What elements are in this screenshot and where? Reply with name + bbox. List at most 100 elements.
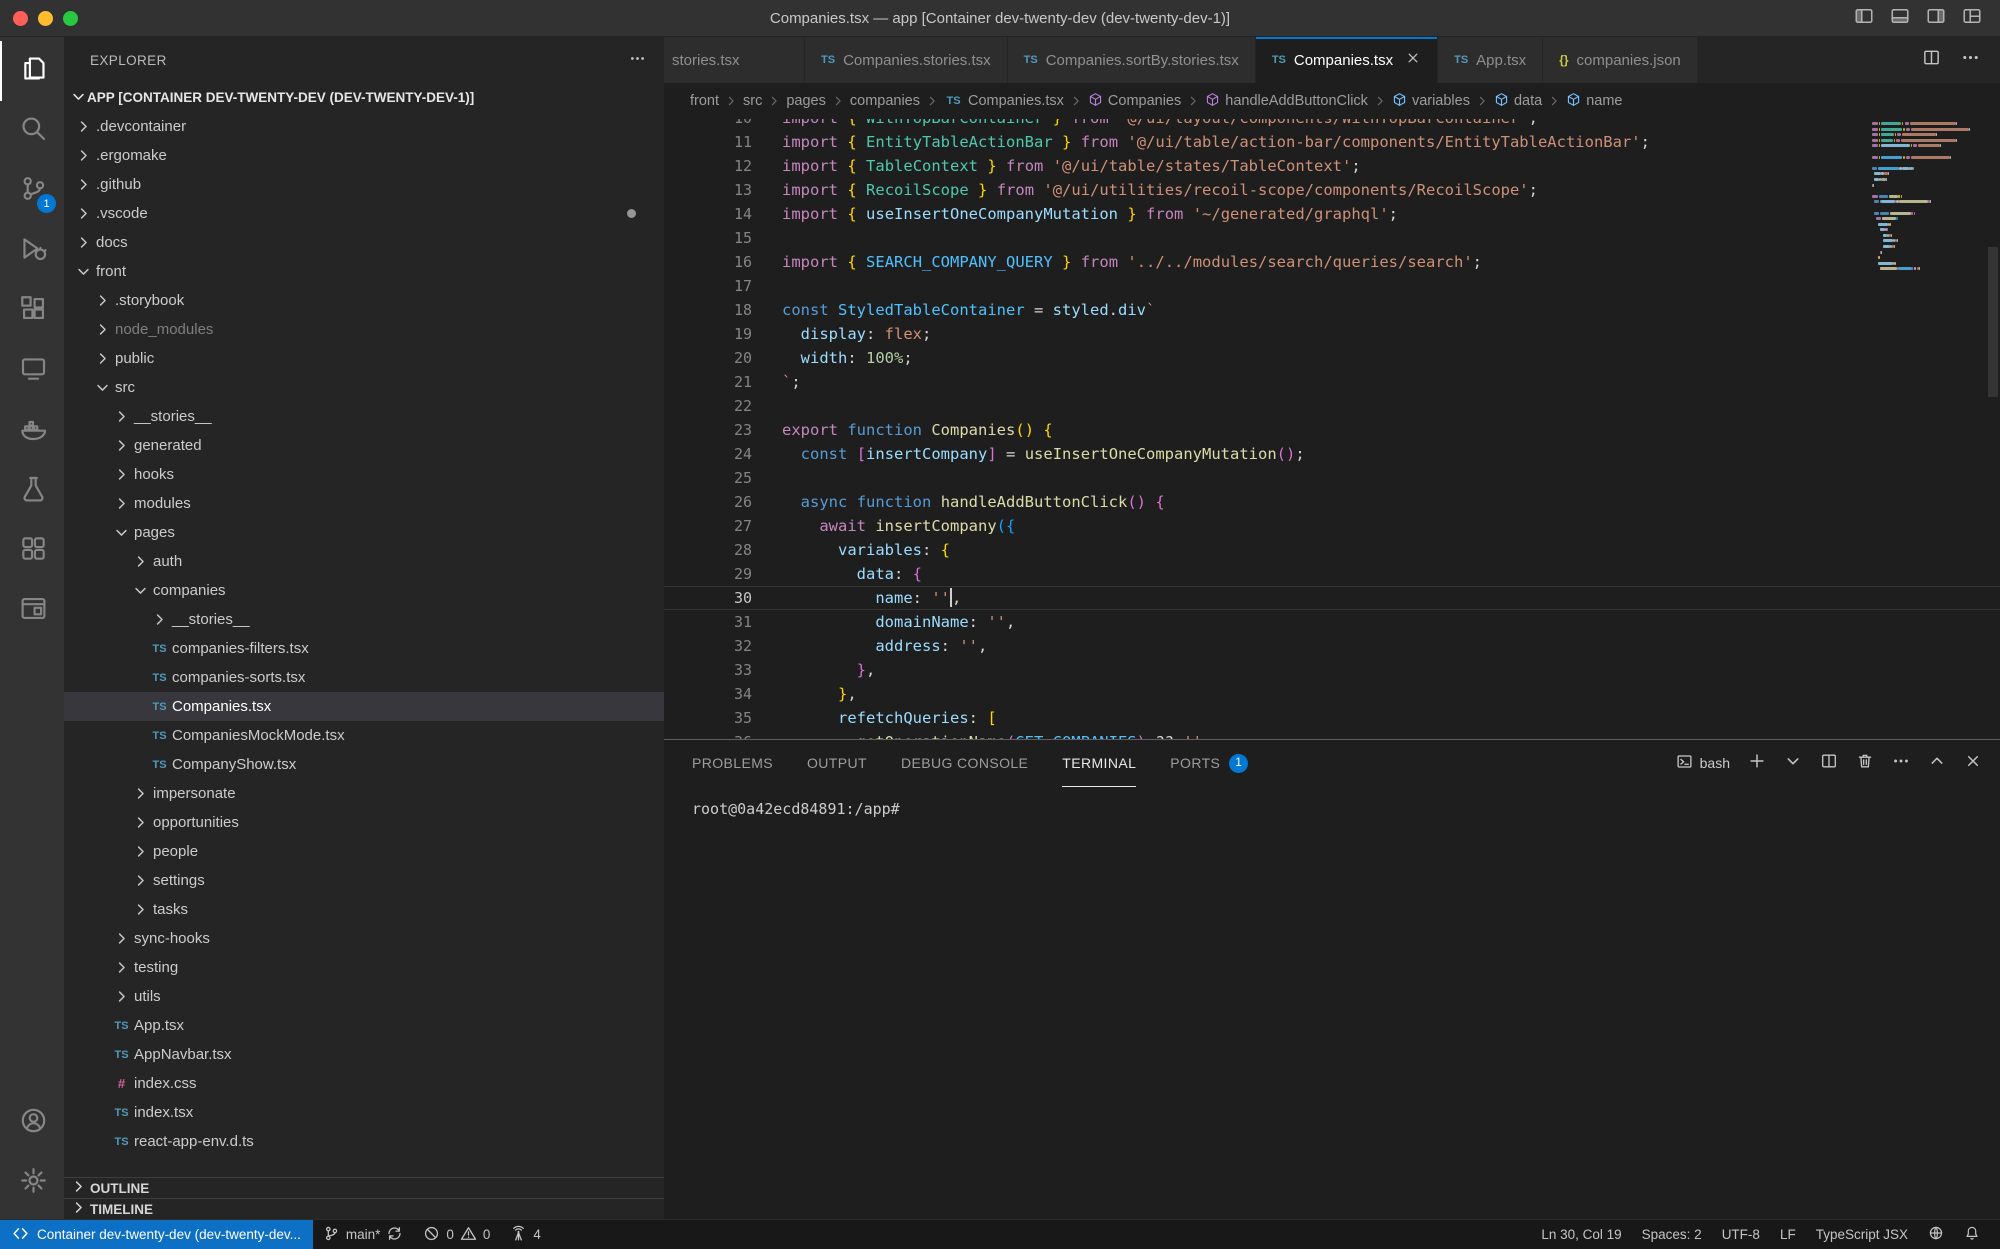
tree-item-github[interactable]: .github bbox=[64, 170, 664, 199]
activity-search[interactable] bbox=[0, 101, 64, 161]
tree-item-devcontainer[interactable]: .devcontainer bbox=[64, 112, 664, 141]
tab-companies-json[interactable]: {}companies.json bbox=[1543, 37, 1698, 83]
tree-item-companiesmockmode-tsx[interactable]: TSCompaniesMockMode.tsx bbox=[64, 721, 664, 750]
tree-item-stories[interactable]: __stories__ bbox=[64, 402, 664, 431]
editor[interactable]: 10import { WithTopBarContainer } from '@… bbox=[664, 119, 2000, 739]
tab-stories-tsx[interactable]: stories.tsx bbox=[664, 37, 805, 83]
new-terminal[interactable] bbox=[1748, 752, 1766, 775]
tree-item-stories[interactable]: __stories__ bbox=[64, 605, 664, 634]
breadcrumb-data[interactable]: data bbox=[1494, 92, 1542, 111]
tree-item-settings[interactable]: settings bbox=[64, 866, 664, 895]
tree-item-companies[interactable]: companies bbox=[64, 576, 664, 605]
tree-item-impersonate[interactable]: impersonate bbox=[64, 779, 664, 808]
activity-remote-explorer[interactable] bbox=[0, 341, 64, 401]
toggle-primary-sidebar[interactable] bbox=[1854, 6, 1874, 31]
tree-item-hooks[interactable]: hooks bbox=[64, 460, 664, 489]
activity-docker[interactable] bbox=[0, 401, 64, 461]
activity-run-and-debug[interactable] bbox=[0, 221, 64, 281]
split-editor[interactable] bbox=[1922, 48, 1941, 72]
panel-tab-ports[interactable]: PORTS1 bbox=[1170, 740, 1248, 787]
breadcrumb-front[interactable]: front bbox=[690, 93, 719, 109]
terminal[interactable]: root@0a42ecd84891:/app# bbox=[664, 786, 2000, 1219]
close-window-button[interactable] bbox=[13, 11, 28, 26]
tree-item-react-app-env-d-ts[interactable]: TSreact-app-env.d.ts bbox=[64, 1127, 664, 1156]
remote-indicator[interactable]: Container dev-twenty-dev (dev-twenty-dev… bbox=[0, 1220, 313, 1249]
ports-item[interactable]: 4 bbox=[500, 1220, 551, 1249]
breadcrumb-name[interactable]: name bbox=[1566, 92, 1622, 111]
tree-item-companies-tsx[interactable]: TSCompanies.tsx bbox=[64, 692, 664, 721]
tree-item-companies-filters-tsx[interactable]: TScompanies-filters.tsx bbox=[64, 634, 664, 663]
cursor-position-item[interactable]: Ln 30, Col 19 bbox=[1531, 1227, 1631, 1242]
tree-item-ergomake[interactable]: .ergomake bbox=[64, 141, 664, 170]
section-outline[interactable]: OUTLINE bbox=[64, 1177, 664, 1198]
maximize-panel[interactable] bbox=[1928, 752, 1946, 775]
toggle-secondary-sidebar[interactable] bbox=[1926, 6, 1946, 31]
tree-item-front[interactable]: front bbox=[64, 257, 664, 286]
terminal-more-actions[interactable] bbox=[1892, 752, 1910, 775]
tree-item-sync-hooks[interactable]: sync-hooks bbox=[64, 924, 664, 953]
breadcrumb-src[interactable]: src bbox=[743, 93, 762, 109]
tree-item-opportunities[interactable]: opportunities bbox=[64, 808, 664, 837]
tab-companies-stories-tsx[interactable]: TSCompanies.stories.tsx bbox=[805, 37, 1008, 83]
explorer-more-icon[interactable] bbox=[629, 50, 646, 70]
panel-tab-output[interactable]: OUTPUT bbox=[807, 740, 867, 787]
tree-item-testing[interactable]: testing bbox=[64, 953, 664, 982]
tree-item-vscode[interactable]: .vscode bbox=[64, 199, 664, 228]
terminal-profile-dropdown[interactable] bbox=[1784, 752, 1802, 775]
split-terminal[interactable] bbox=[1820, 752, 1838, 775]
git-branch-item[interactable]: main* bbox=[313, 1220, 414, 1249]
shell-selector[interactable]: bash bbox=[1676, 753, 1730, 773]
tab-companies-sortby-stories-tsx[interactable]: TSCompanies.sortBy.stories.tsx bbox=[1008, 37, 1256, 83]
tree-item-index-tsx[interactable]: TSindex.tsx bbox=[64, 1098, 664, 1127]
editor-scrollbar[interactable] bbox=[1986, 119, 2000, 739]
breadcrumb-companies[interactable]: Companies bbox=[1088, 92, 1181, 111]
panel-tab-problems[interactable]: PROBLEMS bbox=[692, 740, 773, 787]
zoom-window-button[interactable] bbox=[63, 11, 78, 26]
tree-item-modules[interactable]: modules bbox=[64, 489, 664, 518]
activity-accounts[interactable] bbox=[0, 1093, 64, 1153]
tree-item-companies-sorts-tsx[interactable]: TScompanies-sorts.tsx bbox=[64, 663, 664, 692]
kill-terminal[interactable] bbox=[1856, 752, 1874, 775]
tree-item-docs[interactable]: docs bbox=[64, 228, 664, 257]
breadcrumb-pages[interactable]: pages bbox=[786, 93, 826, 109]
customize-layout[interactable] bbox=[1962, 6, 1982, 31]
scrollbar-slider[interactable] bbox=[1988, 247, 1998, 397]
minimize-window-button[interactable] bbox=[38, 11, 53, 26]
tree-item-index-css[interactable]: #index.css bbox=[64, 1069, 664, 1098]
language-status-item[interactable] bbox=[1918, 1225, 1954, 1244]
panel-tab-terminal[interactable]: TERMINAL bbox=[1062, 740, 1136, 787]
breadcrumb-companies-tsx[interactable]: TSCompanies.tsx bbox=[944, 93, 1064, 109]
breadcrumb-handleaddbuttonclick[interactable]: handleAddButtonClick bbox=[1205, 92, 1368, 111]
close-panel[interactable] bbox=[1964, 752, 1982, 775]
tree-item-src[interactable]: src bbox=[64, 373, 664, 402]
activity-app-grid[interactable] bbox=[0, 521, 64, 581]
code-area[interactable]: 10import { WithTopBarContainer } from '@… bbox=[664, 119, 2000, 739]
eol-item[interactable]: LF bbox=[1770, 1227, 1806, 1242]
tree-item-pages[interactable]: pages bbox=[64, 518, 664, 547]
encoding-item[interactable]: UTF-8 bbox=[1712, 1227, 1770, 1242]
tree-item-public[interactable]: public bbox=[64, 344, 664, 373]
activity-explorer[interactable] bbox=[0, 41, 64, 101]
activity-testing[interactable] bbox=[0, 461, 64, 521]
tree-item-node-modules[interactable]: node_modules bbox=[64, 315, 664, 344]
breadcrumb-companies[interactable]: companies bbox=[850, 93, 920, 109]
tree-item-people[interactable]: people bbox=[64, 837, 664, 866]
close-tab-icon[interactable] bbox=[1405, 50, 1421, 70]
activity-extensions[interactable] bbox=[0, 281, 64, 341]
notifications-item[interactable] bbox=[1954, 1225, 1990, 1244]
tree-item-app-tsx[interactable]: TSApp.tsx bbox=[64, 1011, 664, 1040]
tab-app-tsx[interactable]: TSApp.tsx bbox=[1438, 37, 1543, 83]
activity-preview[interactable] bbox=[0, 581, 64, 641]
panel-tab-debug-console[interactable]: DEBUG CONSOLE bbox=[901, 740, 1028, 787]
tree-item-auth[interactable]: auth bbox=[64, 547, 664, 576]
section-timeline[interactable]: TIMELINE bbox=[64, 1198, 664, 1219]
tree-item-companyshow-tsx[interactable]: TSCompanyShow.tsx bbox=[64, 750, 664, 779]
activity-settings[interactable] bbox=[0, 1153, 64, 1213]
tree-item-utils[interactable]: utils bbox=[64, 982, 664, 1011]
explorer-root-header[interactable]: APP [CONTAINER DEV-TWENTY-DEV (DEV-TWENT… bbox=[64, 83, 664, 112]
tree-item-generated[interactable]: generated bbox=[64, 431, 664, 460]
indentation-item[interactable]: Spaces: 2 bbox=[1632, 1227, 1712, 1242]
tree-item-storybook[interactable]: .storybook bbox=[64, 286, 664, 315]
breadcrumb-variables[interactable]: variables bbox=[1392, 92, 1470, 111]
tab-companies-tsx[interactable]: TSCompanies.tsx bbox=[1256, 37, 1438, 83]
